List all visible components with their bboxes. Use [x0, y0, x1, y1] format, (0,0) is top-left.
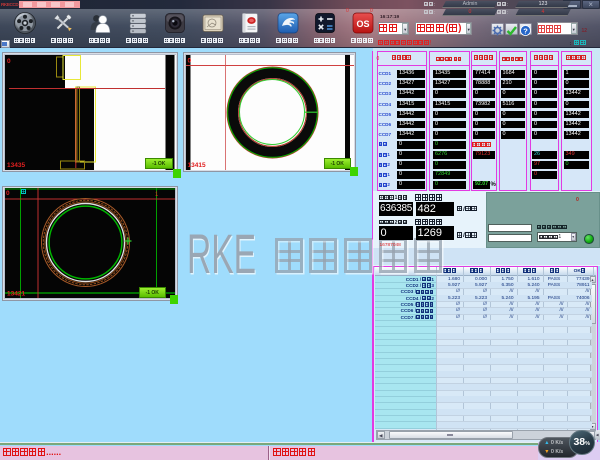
- svg-text:0: 0: [187, 57, 191, 64]
- svg-text:13421: 13421: [7, 291, 25, 298]
- svg-text:0: 0: [7, 58, 11, 65]
- svg-text:OS: OS: [356, 19, 369, 29]
- svg-text:?: ?: [523, 26, 528, 35]
- svg-text:0: 0: [6, 190, 10, 197]
- svg-text:13415: 13415: [187, 162, 205, 169]
- svg-text:13435: 13435: [7, 162, 25, 169]
